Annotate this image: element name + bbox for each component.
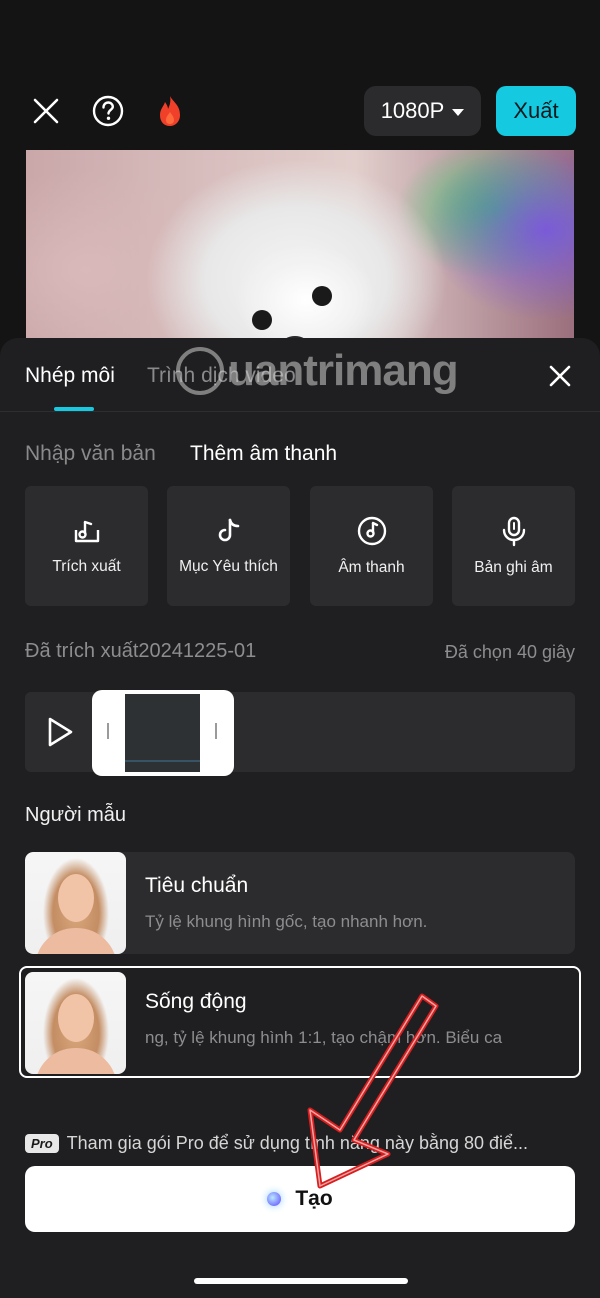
card-recording-label: Bản ghi âm [474, 559, 553, 576]
dog-eye [252, 310, 272, 330]
extract-icon [74, 520, 99, 543]
model-title: Sống động [145, 990, 247, 1013]
waveform [125, 760, 200, 762]
microphone-icon [502, 516, 525, 547]
caret-down-icon [452, 108, 465, 116]
trim-selection[interactable] [92, 690, 234, 776]
home-indicator [194, 1278, 408, 1284]
subtab-add-audio[interactable]: Thêm âm thanh [190, 442, 337, 466]
card-sounds[interactable]: Âm thanh [310, 486, 433, 606]
trim-handle-left[interactable] [107, 723, 109, 739]
music-disc-icon [357, 516, 386, 546]
model-option-standard[interactable]: Tiêu chuẩn Tỷ lệ khung hình gốc, tạo nha… [25, 852, 575, 954]
dog-eye [312, 286, 332, 306]
play-icon[interactable] [43, 714, 77, 750]
watermark: uantrimang [176, 346, 459, 396]
models-heading: Người mẫu [25, 804, 126, 826]
lip-sync-sheet: Nhép môi Trình dịch video uantrimang Nhậ… [0, 338, 600, 1298]
card-extract-label: Trích xuất [52, 558, 121, 575]
tab-lip-sync[interactable]: Nhép môi [25, 364, 115, 388]
selected-duration: Đã chọn 40 giây [444, 642, 575, 662]
export-button[interactable]: Xuất [496, 86, 576, 136]
create-button-label: Tạo [295, 1187, 333, 1210]
top-bar: 1080P Xuất [0, 80, 600, 142]
model-description: Tỷ lệ khung hình gốc, tạo nhanh hơn. [145, 912, 428, 931]
model-title: Tiêu chuẩn [145, 874, 249, 897]
audio-trim-track[interactable] [25, 690, 575, 776]
audio-source-cards: Trích xuất Mục Yêu thích Âm thanh Bản gh… [0, 486, 600, 606]
model-thumbnail [25, 972, 126, 1074]
extracted-audio-name: Đã trích xuất20241225-01 [25, 640, 257, 662]
trim-handle-right[interactable] [215, 723, 217, 739]
video-preview [26, 150, 574, 350]
close-icon[interactable] [24, 80, 68, 142]
extracted-audio-row: Đã trích xuất20241225-01 Đã chọn 40 giây [25, 640, 575, 670]
sparkle-icon [267, 1192, 282, 1206]
waveform-window [125, 694, 200, 772]
watermark-text: uantrimang [228, 346, 459, 395]
card-sounds-label: Âm thanh [338, 559, 405, 576]
resolution-label: 1080P [380, 98, 445, 123]
help-icon[interactable] [86, 80, 130, 142]
pro-upsell-text: Tham gia gói Pro để sử dụng tính năng nà… [66, 1132, 529, 1153]
sheet-close-icon[interactable] [540, 356, 580, 396]
card-extract[interactable]: Trích xuất [25, 486, 148, 606]
card-recording[interactable]: Bản ghi âm [452, 486, 575, 606]
sheet-tabs: Nhép môi Trình dịch video uantrimang [0, 338, 600, 412]
create-button[interactable]: Tạo [25, 1166, 575, 1232]
model-option-vivid[interactable]: Sống động ng, tỷ lệ khung hình 1:1, tạo … [19, 966, 581, 1078]
active-tab-indicator [54, 407, 94, 411]
tiktok-favorite-icon [218, 518, 239, 542]
subtab-enter-text[interactable]: Nhập văn bản [25, 442, 156, 466]
watermark-logo-icon [176, 347, 224, 395]
resolution-select[interactable]: 1080P [364, 86, 481, 136]
model-thumbnail [25, 852, 126, 954]
card-favorites[interactable]: Mục Yêu thích [167, 486, 290, 606]
model-description: ng, tỷ lệ khung hình 1:1, tạo chậm hơn. … [145, 1028, 503, 1047]
flame-icon[interactable] [148, 80, 192, 142]
pro-upsell[interactable]: Pro Tham gia gói Pro để sử dụng tính năn… [25, 1130, 585, 1156]
pro-badge: Pro [25, 1133, 59, 1153]
card-favorites-label: Mục Yêu thích [179, 558, 278, 575]
